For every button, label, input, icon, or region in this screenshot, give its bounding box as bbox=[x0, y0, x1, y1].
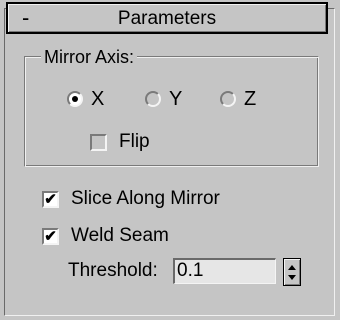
radio-x-button[interactable] bbox=[67, 91, 83, 107]
radio-x[interactable]: X bbox=[67, 86, 104, 112]
check-icon: ✔ bbox=[44, 190, 57, 208]
flip-checkbox-box[interactable] bbox=[90, 133, 107, 151]
radio-x-label: X bbox=[91, 88, 105, 110]
check-icon: ✔ bbox=[44, 227, 57, 245]
radio-z-button[interactable] bbox=[220, 91, 236, 107]
slice-along-mirror-checkbox-box[interactable]: ✔ bbox=[42, 190, 59, 208]
radio-y[interactable]: Y bbox=[145, 86, 182, 112]
spinner-up-icon[interactable] bbox=[288, 265, 296, 270]
rollout-title: Parameters bbox=[117, 8, 217, 29]
flip-checkbox[interactable]: Flip bbox=[90, 129, 150, 155]
slice-along-mirror-checkbox[interactable]: ✔ Slice Along Mirror bbox=[42, 186, 220, 212]
weld-seam-label: Weld Seam bbox=[71, 225, 169, 246]
radio-z-label: Z bbox=[244, 88, 257, 110]
radio-y-button[interactable] bbox=[145, 91, 161, 107]
radio-y-label: Y bbox=[169, 88, 183, 110]
radio-z[interactable]: Z bbox=[220, 86, 256, 112]
rollout-header[interactable]: - Parameters bbox=[6, 2, 328, 34]
weld-seam-checkbox[interactable]: ✔ Weld Seam bbox=[42, 223, 169, 249]
radio-selected-dot-icon bbox=[72, 96, 78, 102]
threshold-spinner[interactable] bbox=[283, 258, 301, 286]
slice-along-mirror-label: Slice Along Mirror bbox=[71, 188, 220, 209]
threshold-input[interactable]: 0.1 bbox=[173, 258, 276, 284]
weld-seam-checkbox-box[interactable]: ✔ bbox=[42, 227, 59, 245]
spinner-down-icon[interactable] bbox=[288, 275, 296, 280]
mirror-axis-label: Mirror Axis: bbox=[41, 46, 137, 68]
flip-label: Flip bbox=[119, 131, 150, 152]
threshold-label: Threshold: bbox=[68, 260, 158, 281]
